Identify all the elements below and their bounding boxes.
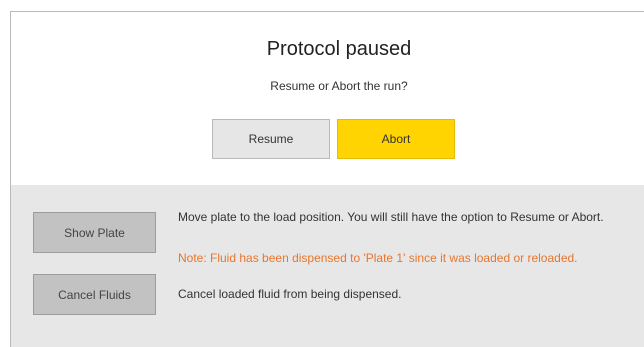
resume-button[interactable]: Resume: [212, 119, 330, 159]
show-plate-description: Move plate to the load position. You wil…: [178, 210, 604, 224]
dialog-title: Protocol paused: [266, 38, 412, 60]
dispensed-fluid-note: Note: Fluid has been dispensed to 'Plate…: [178, 251, 578, 265]
abort-button[interactable]: Abort: [337, 119, 455, 159]
protocol-paused-dialog: Protocol paused Resume or Abort the run?…: [10, 11, 644, 347]
cancel-fluids-description: Cancel loaded fluid from being dispensed…: [178, 287, 402, 301]
dialog-subtitle: Resume or Abort the run?: [270, 79, 408, 93]
options-panel: Show Plate Move plate to the load positi…: [11, 185, 644, 347]
show-plate-button[interactable]: Show Plate: [33, 212, 156, 253]
dialog-header: Protocol paused Resume or Abort the run?…: [11, 12, 644, 185]
cancel-fluids-button[interactable]: Cancel Fluids: [33, 274, 156, 315]
